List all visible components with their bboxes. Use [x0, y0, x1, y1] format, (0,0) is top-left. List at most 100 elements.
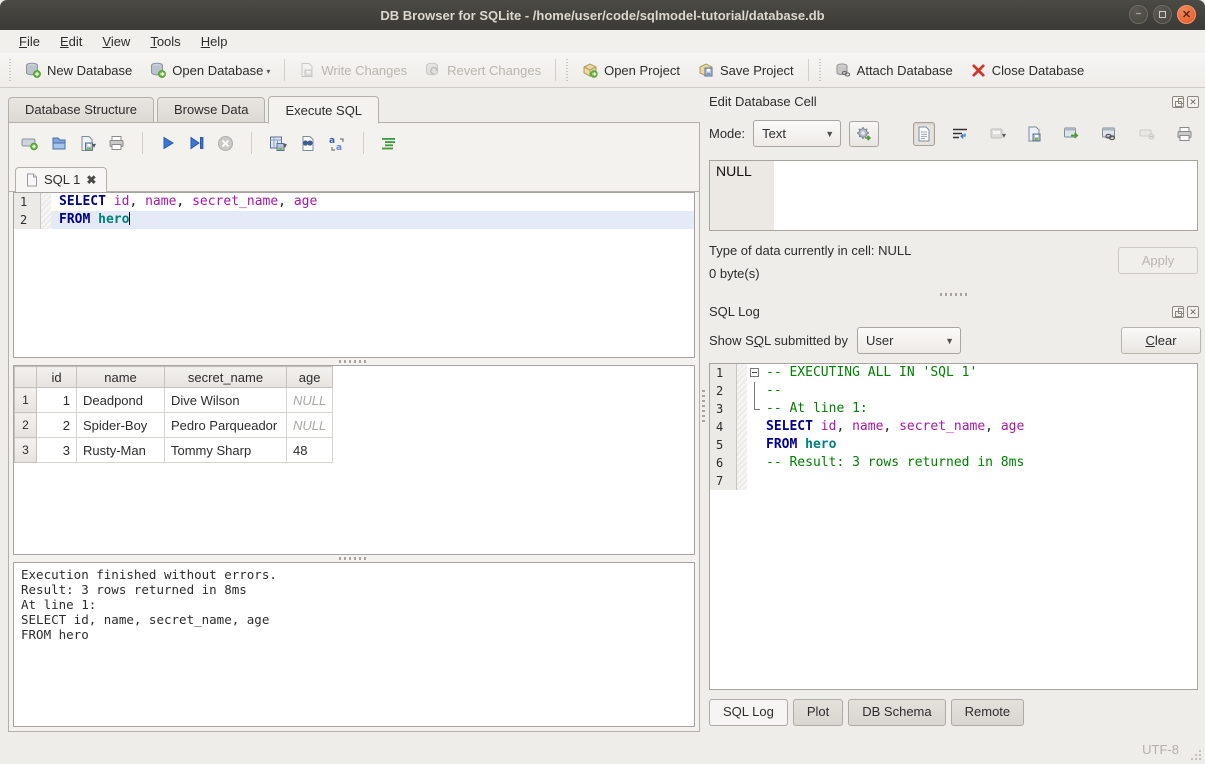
results-table[interactable]: id name secret_name age 11DeadpondDive W…: [14, 366, 333, 463]
results-message-splitter[interactable]: [9, 555, 699, 562]
table-cell[interactable]: 3: [37, 438, 77, 463]
sql-log-view[interactable]: 1-- EXECUTING ALL IN 'SQL 1'2--3-- At li…: [709, 363, 1198, 690]
stop-execution-button[interactable]: [217, 135, 234, 152]
save-results-button[interactable]: ▾: [269, 135, 287, 152]
cell-value-editor[interactable]: NULL: [709, 160, 1198, 231]
print-sql-button[interactable]: [108, 135, 125, 151]
pane-splitter[interactable]: [700, 88, 707, 726]
import-cell-data-button[interactable]: ▾: [985, 122, 1010, 146]
copy-link-button[interactable]: [1097, 122, 1122, 145]
minimize-button[interactable]: −: [1129, 5, 1148, 24]
results-corner-header[interactable]: [15, 367, 37, 388]
menu-edit[interactable]: Edit: [51, 32, 91, 51]
close-database-label: Close Database: [992, 63, 1085, 78]
sql-editor[interactable]: 1SELECT id, name, secret_name, age2FROM …: [13, 192, 695, 358]
open-sql-file-button[interactable]: [51, 135, 67, 152]
fold-collapse-icon[interactable]: [750, 368, 759, 377]
stop-icon: [217, 135, 234, 152]
table-cell[interactable]: Pedro Parqueador: [165, 413, 287, 438]
table-cell[interactable]: NULL: [287, 388, 333, 413]
clear-log-button[interactable]: Clear: [1121, 327, 1201, 354]
open-in-external-button[interactable]: [1059, 122, 1084, 145]
toolbar-drag-handle[interactable]: [564, 59, 570, 81]
table-cell[interactable]: Tommy Sharp: [165, 438, 287, 463]
toolbar-drag-handle[interactable]: [817, 59, 823, 81]
sql-log-filter-row: Show SQL submitted by User ▼ Clear: [709, 327, 1201, 354]
tab-remote[interactable]: Remote: [951, 699, 1025, 726]
tab-sql-log[interactable]: SQL Log: [709, 699, 788, 726]
save-project-button[interactable]: Save Project: [689, 57, 803, 83]
tab-browse-data[interactable]: Browse Data: [157, 97, 265, 123]
table-row[interactable]: 33Rusty-ManTommy Sharp48: [15, 438, 333, 463]
tab-database-structure[interactable]: Database Structure: [8, 97, 154, 123]
format-sql-button[interactable]: [381, 136, 397, 151]
menu-file[interactable]: File: [10, 32, 49, 51]
dock-splitter[interactable]: [709, 291, 1201, 298]
open-project-button[interactable]: Open Project: [573, 57, 689, 83]
attach-database-button[interactable]: Attach Database: [826, 57, 962, 83]
toolbar-drag-handle[interactable]: [7, 59, 13, 81]
close-database-button[interactable]: Close Database: [962, 58, 1094, 83]
table-row[interactable]: 22Spider-BoyPedro ParqueadorNULL: [15, 413, 333, 438]
save-results-dropdown-icon[interactable]: ▾: [283, 141, 287, 152]
menu-bar: FileEditViewToolsHelp: [0, 30, 1205, 53]
toolbar-separator: [555, 59, 556, 81]
mode-select[interactable]: Text ▼: [753, 120, 841, 147]
toolbar-separator: [284, 59, 285, 81]
dock-close-icon[interactable]: ✕: [1187, 306, 1199, 318]
results-col-id[interactable]: id: [37, 367, 77, 388]
results-col-age[interactable]: age: [287, 367, 333, 388]
write-changes-button[interactable]: Write Changes: [290, 57, 416, 83]
table-cell[interactable]: NULL: [287, 413, 333, 438]
text-mode-button[interactable]: [913, 122, 935, 146]
export-cell-data-button[interactable]: [1023, 122, 1046, 146]
tab-plot[interactable]: Plot: [793, 699, 843, 726]
results-col-name[interactable]: name: [77, 367, 165, 388]
menu-tools[interactable]: Tools: [141, 32, 189, 51]
save-sql-dropdown-icon[interactable]: ▾: [92, 141, 96, 152]
table-cell[interactable]: Dive Wilson: [165, 388, 287, 413]
apply-button[interactable]: Apply: [1118, 247, 1198, 274]
open-database-dropdown-icon[interactable]: ▾: [266, 67, 270, 78]
submitter-select[interactable]: User ▼: [857, 327, 961, 354]
editor-results-splitter[interactable]: [9, 358, 699, 365]
sql-tab[interactable]: SQL 1 ✖: [15, 167, 107, 192]
cell-mode-row: Mode: Text ▼ ▾: [709, 120, 1201, 147]
find-button[interactable]: [299, 135, 316, 152]
close-window-button[interactable]: ✕: [1177, 5, 1196, 24]
execute-line-button[interactable]: [188, 135, 205, 151]
open-database-button[interactable]: Open Database ▾: [141, 57, 279, 83]
dock-close-icon[interactable]: ✕: [1187, 96, 1199, 108]
menu-help[interactable]: Help: [192, 32, 237, 51]
execution-message[interactable]: Execution finished without errors. Resul…: [13, 562, 695, 727]
table-cell[interactable]: 2: [37, 413, 77, 438]
results-col-secret-name[interactable]: secret_name: [165, 367, 287, 388]
maximize-button[interactable]: [1153, 5, 1172, 24]
print-cell-button[interactable]: [1172, 122, 1197, 146]
table-cell[interactable]: 48: [287, 438, 333, 463]
dock-float-icon[interactable]: [1172, 306, 1184, 318]
open-sql-file-icon: [51, 135, 67, 152]
save-sql-file-button[interactable]: ▾: [79, 135, 96, 152]
word-wrap-button[interactable]: [948, 123, 972, 145]
auto-apply-button[interactable]: [849, 121, 879, 147]
set-null-button[interactable]: [1135, 124, 1159, 144]
revert-changes-button[interactable]: Revert Changes: [416, 57, 550, 83]
table-cell[interactable]: Deadpond: [77, 388, 165, 413]
dock-float-icon[interactable]: [1172, 96, 1184, 108]
new-sql-tab-button[interactable]: [21, 135, 39, 151]
replace-button[interactable]: aa: [328, 135, 346, 152]
sql-tab-close-icon[interactable]: ✖: [86, 173, 96, 187]
new-database-button[interactable]: New Database: [16, 57, 141, 83]
tab-db-schema[interactable]: DB Schema: [848, 699, 945, 726]
menu-view[interactable]: View: [93, 32, 139, 51]
table-cell[interactable]: Rusty-Man: [77, 438, 165, 463]
resize-grip[interactable]: [1190, 749, 1202, 761]
table-cell[interactable]: 1: [37, 388, 77, 413]
encoding-indicator: UTF-8: [1142, 742, 1179, 757]
execute-all-button[interactable]: [160, 135, 176, 151]
table-cell[interactable]: Spider-Boy: [77, 413, 165, 438]
title-bar[interactable]: DB Browser for SQLite - /home/user/code/…: [0, 0, 1205, 30]
tab-execute-sql[interactable]: Execute SQL: [268, 96, 379, 124]
table-row[interactable]: 11DeadpondDive WilsonNULL: [15, 388, 333, 413]
